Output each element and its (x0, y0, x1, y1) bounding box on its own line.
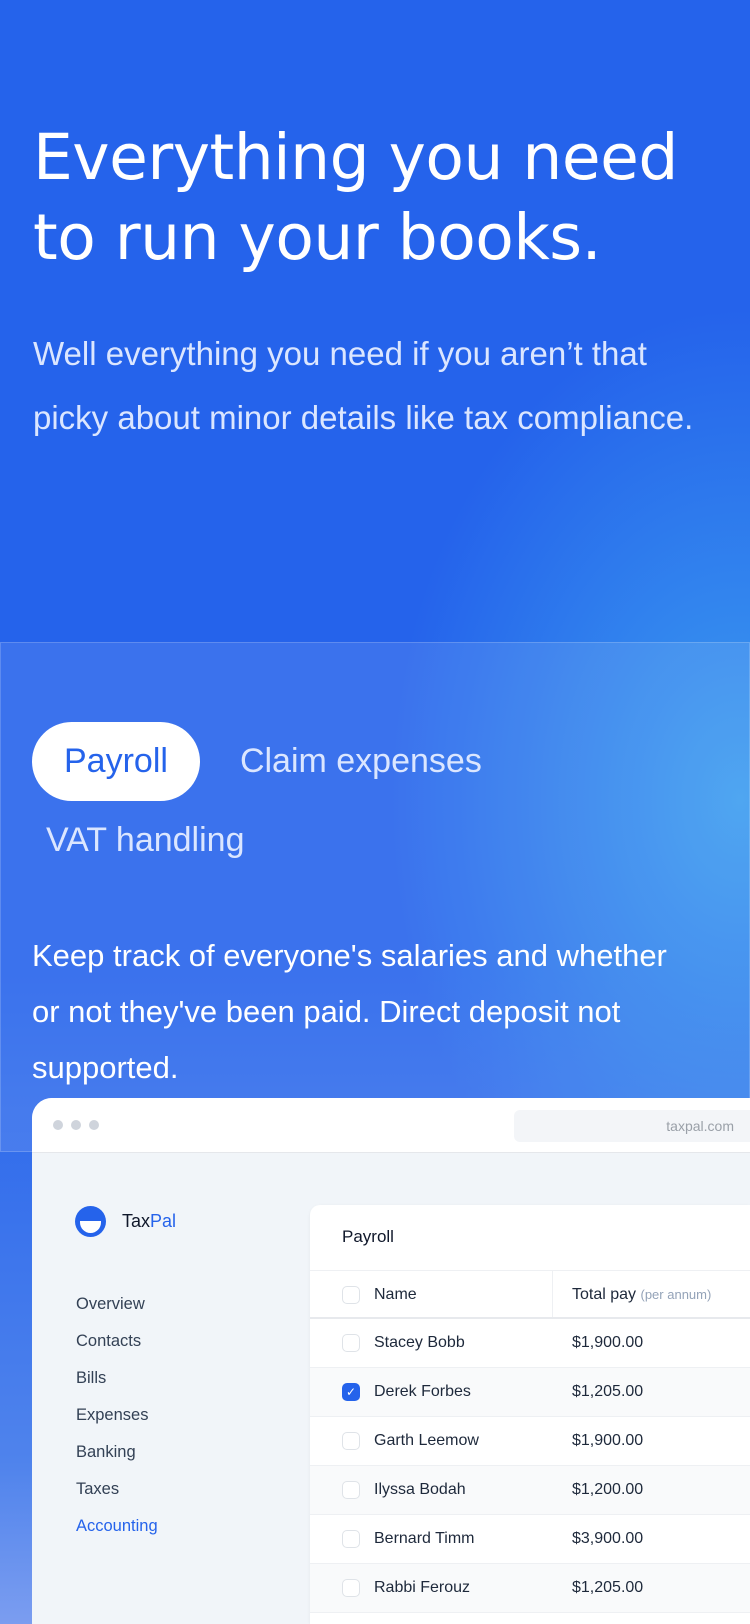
tab-claim-expenses[interactable]: Claim expenses (226, 722, 496, 801)
total-pay: $1,900.00 (572, 1334, 644, 1351)
employee-name: Garth Leemow (374, 1432, 479, 1449)
table-row[interactable]: Stacey Bobb $1,900.00 (310, 1319, 750, 1368)
total-pay-label: Total pay (572, 1286, 637, 1303)
column-total-pay: Total pay (per annum) (572, 1271, 711, 1319)
total-pay: $1,205.00 (572, 1383, 644, 1400)
card-title: Payroll (310, 1205, 750, 1271)
feature-description: Keep track of everyone's salaries and wh… (32, 938, 667, 1085)
column-name: Name (374, 1286, 417, 1303)
employee-name: Stacey Bobb (374, 1334, 465, 1351)
payroll-card: Payroll Name Total pay (per annum) Stace… (310, 1205, 750, 1624)
window-dot-icon (53, 1120, 63, 1130)
row-checkbox[interactable]: ✓ (342, 1383, 360, 1401)
table-row[interactable]: Ilyssa Bodah $1,200.00 (310, 1466, 750, 1515)
total-pay: $1,200.00 (572, 1481, 644, 1498)
row-checkbox[interactable] (342, 1481, 360, 1499)
tab-payroll[interactable]: Payroll (32, 722, 200, 801)
window-dot-icon (89, 1120, 99, 1130)
url-bar: taxpal.com (514, 1110, 750, 1142)
payroll-table: Name Total pay (per annum) Stacey Bobb $… (310, 1271, 750, 1613)
sidebar-item-expenses[interactable]: Expenses (76, 1397, 158, 1434)
table-row[interactable]: Garth Leemow $1,900.00 (310, 1417, 750, 1466)
total-pay: $1,900.00 (572, 1432, 644, 1449)
taxpal-logo: TaxPal (75, 1206, 176, 1237)
employee-name: Rabbi Ferouz (374, 1579, 471, 1596)
sidebar-item-bills[interactable]: Bills (76, 1360, 158, 1397)
window-dot-icon (71, 1120, 81, 1130)
employee-name: Derek Forbes (374, 1383, 471, 1400)
hero-subtitle: Well everything you need if you aren’t t… (33, 335, 694, 436)
row-checkbox[interactable] (342, 1530, 360, 1548)
row-checkbox[interactable] (342, 1334, 360, 1352)
app-window-screenshot: taxpal.com TaxPal Overview Contacts Bill… (32, 1098, 750, 1624)
logo-icon (75, 1206, 106, 1237)
hero-title: Everything you need to run your books. (33, 121, 678, 274)
per-annum-note: (per annum) (640, 1287, 712, 1302)
employee-name: Bernard Timm (374, 1530, 475, 1547)
sidebar-item-banking[interactable]: Banking (76, 1434, 158, 1471)
row-checkbox[interactable] (342, 1579, 360, 1597)
table-row[interactable]: ✓ Derek Forbes $1,205.00 (310, 1368, 750, 1417)
sidebar-item-overview[interactable]: Overview (76, 1286, 158, 1323)
sidebar-item-contacts[interactable]: Contacts (76, 1323, 158, 1360)
sidebar-nav: Overview Contacts Bills Expenses Banking… (76, 1286, 158, 1545)
tab-vat-handling[interactable]: VAT handling (32, 801, 258, 880)
logo-suffix: Pal (150, 1211, 177, 1231)
table-row[interactable]: Rabbi Ferouz $1,205.00 (310, 1564, 750, 1613)
window-titlebar: taxpal.com (32, 1098, 750, 1153)
column-divider (552, 1271, 553, 1317)
feature-tabs: Payroll Claim expenses VAT handling (32, 722, 732, 880)
employee-name: Ilyssa Bodah (374, 1481, 466, 1498)
sidebar-item-taxes[interactable]: Taxes (76, 1471, 158, 1508)
row-checkbox[interactable] (342, 1432, 360, 1450)
feature-block: Payroll Claim expenses VAT handling Keep… (32, 722, 732, 1096)
total-pay: $1,205.00 (572, 1579, 644, 1596)
table-row[interactable]: Bernard Timm $3,900.00 (310, 1515, 750, 1564)
select-all-checkbox[interactable] (342, 1286, 360, 1304)
logo-text: TaxPal (122, 1211, 176, 1232)
total-pay: $3,900.00 (572, 1530, 644, 1547)
sidebar-item-accounting[interactable]: Accounting (76, 1508, 158, 1545)
table-header: Name Total pay (per annum) (310, 1271, 750, 1319)
logo-prefix: Tax (122, 1211, 151, 1231)
